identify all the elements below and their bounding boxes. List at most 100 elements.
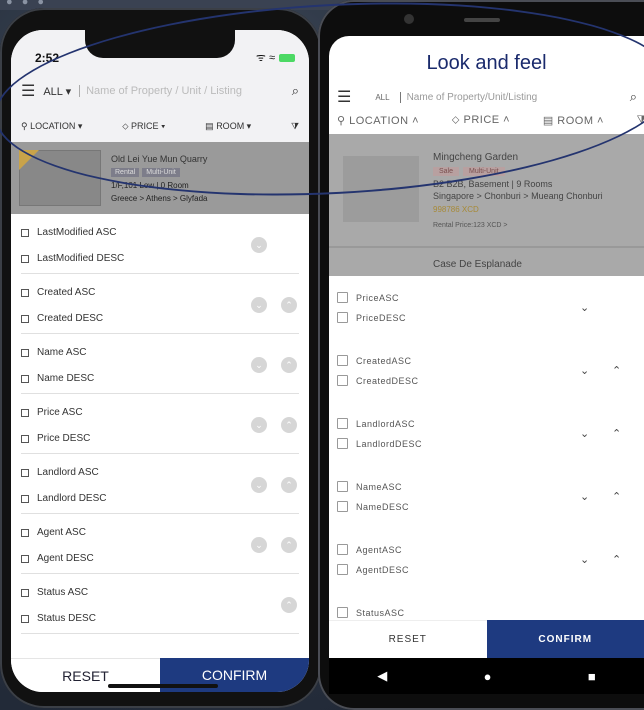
sort-option[interactable]: Created ASC — [21, 287, 95, 298]
chevron-up-icon[interactable]: ⌃ — [612, 553, 621, 566]
chevron-up-icon[interactable]: ⌃ — [612, 427, 621, 440]
checkbox[interactable] — [21, 314, 29, 323]
chevron-down-icon[interactable]: ⌄ — [251, 417, 267, 433]
sort-label: CreatedASC — [356, 355, 412, 366]
sort-option[interactable]: Created DESC — [21, 313, 103, 324]
sort-option[interactable]: AgentDESC — [337, 564, 409, 575]
scope-dropdown[interactable]: ALL — [375, 93, 389, 102]
sort-option[interactable]: Name DESC — [21, 373, 94, 384]
checkbox[interactable] — [337, 438, 348, 449]
sort-option[interactable]: StatusASC — [337, 607, 405, 618]
chevron-down-icon[interactable]: ⌄ — [580, 490, 589, 503]
sort-option[interactable]: LastModified ASC — [21, 227, 117, 238]
sort-option[interactable]: Status ASC — [21, 587, 88, 598]
listing-card[interactable]: Old Lei Yue Mun Quarry Rental Multi-Unit … — [11, 142, 309, 214]
recents-icon[interactable]: ■ — [588, 669, 596, 684]
location-filter[interactable]: ⚲ LOCATION ▾ — [21, 121, 82, 132]
sort-option[interactable]: LastModified DESC — [21, 253, 124, 264]
sort-option[interactable]: Status DESC — [21, 613, 96, 624]
chevron-up-icon[interactable]: ⌃ — [612, 364, 621, 377]
checkbox[interactable] — [21, 468, 29, 477]
sort-option[interactable]: Agent ASC — [21, 527, 86, 538]
sort-option[interactable]: Name ASC — [21, 347, 86, 358]
sort-filter-icon[interactable]: ⧩ — [291, 121, 299, 132]
sort-group: Name ASC Name DESC ⌄ ⌃ — [21, 334, 299, 394]
checkbox[interactable] — [337, 312, 348, 323]
room-filter[interactable]: ▤ ROOM ▾ — [205, 121, 251, 132]
location-pin-icon: ⚲ — [337, 115, 350, 127]
chevron-down-icon[interactable]: ⌄ — [580, 427, 589, 440]
checkbox[interactable] — [337, 418, 348, 429]
sort-option[interactable]: Price ASC — [21, 407, 83, 418]
sort-option[interactable]: CreatedDESC — [337, 375, 419, 386]
search-input[interactable]: Name of Property/Unit/Listing — [399, 91, 620, 103]
back-icon[interactable]: ◀ — [377, 668, 387, 684]
chevron-down-icon[interactable]: ⌄ — [580, 364, 589, 377]
chevron-up-icon[interactable]: ⌃ — [281, 417, 297, 433]
checkbox[interactable] — [337, 375, 348, 386]
listing-card[interactable]: Mingcheng Garden Sale Multi-Unit B2 B2B, … — [329, 134, 644, 276]
menu-icon[interactable]: ☰ — [337, 87, 351, 107]
chevron-up-icon[interactable]: ⌃ — [281, 477, 297, 493]
chevron-down-icon[interactable]: ⌄ — [251, 357, 267, 373]
checkbox[interactable] — [21, 554, 29, 563]
checkbox[interactable] — [21, 588, 29, 597]
checkbox[interactable] — [21, 494, 29, 503]
checkbox[interactable] — [337, 501, 348, 512]
search-bar: ☰ ALL ▾ Name of Property / Unit / Listin… — [11, 72, 309, 110]
chevron-down-icon[interactable]: ⌄ — [580, 301, 589, 314]
sort-option[interactable]: LandlordASC — [337, 418, 415, 429]
sort-option[interactable]: NameDESC — [337, 501, 409, 512]
sort-option[interactable]: Landlord ASC — [21, 467, 99, 478]
checkbox[interactable] — [21, 228, 29, 237]
chevron-up-icon[interactable]: ⌃ — [281, 537, 297, 553]
checkbox[interactable] — [21, 288, 29, 297]
chevron-down-icon[interactable]: ⌄ — [251, 537, 267, 553]
reset-button[interactable]: RESET — [329, 620, 487, 658]
checkbox[interactable] — [21, 254, 29, 263]
search-input[interactable]: Name of Property / Unit / Listing — [79, 85, 284, 97]
checkbox[interactable] — [21, 374, 29, 383]
checkbox[interactable] — [337, 607, 348, 618]
sort-option[interactable]: CreatedASC — [337, 355, 412, 366]
checkbox[interactable] — [21, 614, 29, 623]
checkbox[interactable] — [337, 544, 348, 555]
checkbox[interactable] — [337, 564, 348, 575]
search-icon[interactable]: ⌕ — [292, 83, 299, 99]
sort-option[interactable]: PriceASC — [337, 292, 399, 303]
checkbox[interactable] — [337, 355, 348, 366]
sort-option[interactable]: Price DESC — [21, 433, 90, 444]
checkbox[interactable] — [21, 348, 29, 357]
chevron-up-icon[interactable]: ⌃ — [281, 597, 297, 613]
sort-option[interactable]: AgentASC — [337, 544, 402, 555]
room-filter[interactable]: ▤ ROOM ˄ — [543, 114, 604, 132]
chevron-up-icon[interactable]: ⌃ — [612, 490, 621, 503]
checkbox[interactable] — [337, 481, 348, 492]
chevron-down-icon[interactable]: ⌄ — [251, 477, 267, 493]
sort-option[interactable]: Landlord DESC — [21, 493, 106, 504]
sort-filter-icon[interactable]: ⧩ — [637, 114, 644, 132]
chevron-down-icon[interactable]: ⌄ — [251, 297, 267, 313]
confirm-button[interactable]: CONFIRM — [486, 620, 644, 658]
home-indicator[interactable] — [108, 684, 218, 688]
checkbox[interactable] — [21, 408, 29, 417]
checkbox[interactable] — [337, 292, 348, 303]
menu-icon[interactable]: ☰ — [21, 81, 35, 101]
chevron-up-icon[interactable]: ⌃ — [281, 357, 297, 373]
chevron-down-icon[interactable]: ⌄ — [580, 553, 589, 566]
checkbox[interactable] — [21, 528, 29, 537]
location-filter[interactable]: ⚲ LOCATION ˄ — [337, 114, 419, 132]
sort-option[interactable]: PriceDESC — [337, 312, 406, 323]
listing-title: Old Lei Yue Mun Quarry — [111, 154, 208, 164]
search-icon[interactable]: ⌕ — [630, 89, 637, 105]
sort-option[interactable]: NameASC — [337, 481, 402, 492]
price-filter[interactable]: ⬦ PRICE ▾ — [122, 121, 165, 132]
checkbox[interactable] — [21, 434, 29, 443]
chevron-up-icon[interactable]: ⌃ — [281, 297, 297, 313]
sort-option[interactable]: LandlordDESC — [337, 438, 422, 449]
chevron-down-icon[interactable]: ⌄ — [251, 237, 267, 253]
price-filter[interactable]: ⬦ PRICE ˄ — [452, 114, 510, 132]
home-icon[interactable]: ● — [484, 669, 492, 684]
sort-option[interactable]: Agent DESC — [21, 553, 94, 564]
scope-dropdown[interactable]: ALL ▾ — [43, 85, 71, 98]
